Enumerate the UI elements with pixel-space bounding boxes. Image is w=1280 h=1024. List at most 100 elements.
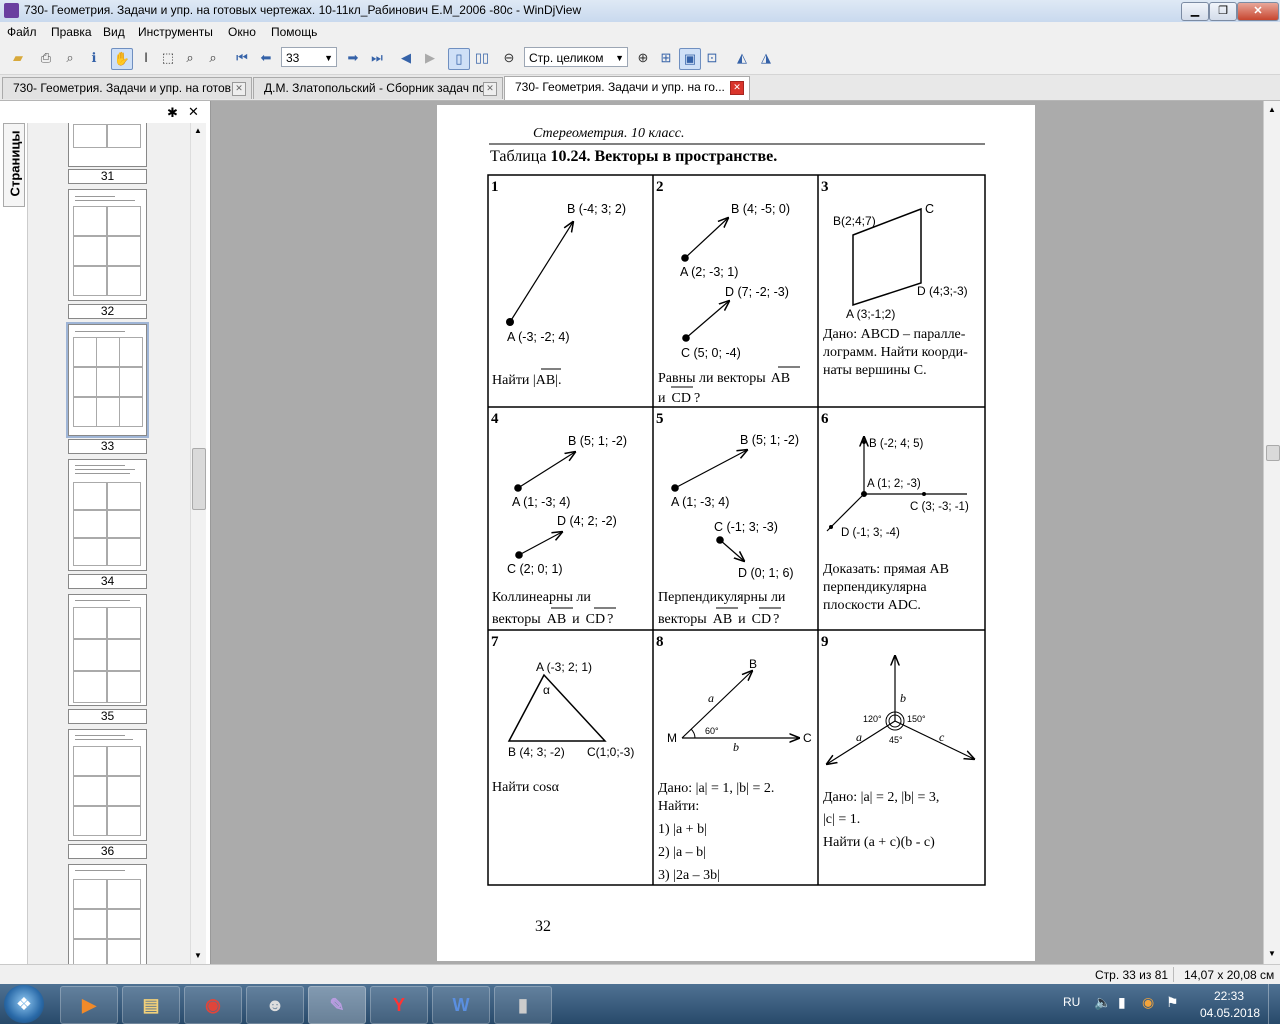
sidebar-close-icon[interactable]: ✕ [188, 104, 199, 120]
pages-tab-label: Страницы [7, 130, 23, 197]
menu-file[interactable]: Файл [7, 25, 37, 39]
actual-size-icon[interactable]: ⊡ [702, 48, 722, 68]
windjview-icon[interactable]: ✎ [308, 986, 366, 1024]
close-button[interactable]: ✕ [1237, 2, 1279, 21]
rect-select-icon[interactable]: ⬚ [158, 48, 178, 68]
tab-document-2[interactable]: Д.М. Златопольский - Сборник задач по...… [253, 77, 503, 99]
pages-sidebar-tab[interactable]: Страницы [3, 123, 25, 207]
page-number-field[interactable]: 33 ▼ [281, 47, 337, 67]
chrome-icon[interactable]: ◉ [184, 986, 242, 1024]
fit-width-icon[interactable]: ⊞ [656, 48, 676, 68]
tab-document-3[interactable]: 730- Геометрия. Задачи и упр. на го... ✕ [504, 76, 750, 100]
close-tab-icon[interactable]: ✕ [730, 81, 744, 95]
menu-tools[interactable]: Инструменты [138, 25, 213, 39]
page-number-label[interactable]: 35 [68, 709, 147, 724]
point-c-label: C (5; 0; -4) [681, 346, 741, 360]
media-player-icon[interactable]: ▶ [60, 986, 118, 1024]
cell-number: 6 [821, 411, 829, 427]
sidebar-scrollbar[interactable]: ▲ ▼ [190, 123, 206, 964]
start-button[interactable]: ❖ [4, 985, 44, 1023]
rotate-left-icon[interactable]: ◭ [732, 48, 752, 68]
page-thumbnail-selected[interactable] [66, 322, 149, 438]
point-d-label: D (7; -2; -3) [725, 285, 789, 299]
hand-tool-icon[interactable]: ✋ [111, 48, 133, 70]
point-c-label: C (2; 0; 1) [507, 562, 563, 576]
menu-window[interactable]: Окно [228, 25, 256, 39]
cell-number: 9 [821, 634, 829, 650]
point-b-label: B [749, 657, 757, 671]
single-page-icon[interactable]: ▯ [448, 48, 470, 70]
scroll-up-icon[interactable]: ▲ [1268, 105, 1276, 114]
last-page-icon[interactable]: ⏭ [367, 48, 387, 68]
file-explorer-icon[interactable]: ▤ [122, 986, 180, 1024]
first-page-icon[interactable]: ⏮ [232, 48, 252, 68]
page-number-label[interactable]: 34 [68, 574, 147, 589]
magnifier-icon[interactable]: ⌕ [203, 48, 223, 68]
two-pages-icon[interactable]: ▯▯ [472, 48, 492, 68]
scroll-thumb[interactable] [192, 448, 206, 510]
close-tab-icon[interactable]: ✕ [232, 82, 246, 96]
forward-icon[interactable]: ▶ [420, 48, 440, 68]
point-b-label: B(2;4;7) [833, 214, 876, 228]
page-number-label[interactable]: 36 [68, 844, 147, 859]
zoom-in-icon[interactable]: ⊕ [633, 48, 653, 68]
page-thumbnail[interactable] [68, 123, 147, 167]
scroll-down-icon[interactable]: ▼ [194, 951, 202, 960]
page-thumbnail[interactable] [68, 864, 147, 964]
tab-document-1[interactable]: 730- Геометрия. Задачи и упр. на готов..… [2, 77, 252, 99]
clock-time[interactable]: 22:33 [1214, 989, 1244, 1003]
rotate-right-icon[interactable]: ◮ [756, 48, 776, 68]
menu-view[interactable]: Вид [103, 25, 125, 39]
print-icon[interactable]: ⎙ [36, 48, 56, 68]
page-thumbnail[interactable] [68, 189, 147, 301]
scroll-thumb[interactable] [1266, 445, 1280, 461]
word-icon[interactable]: W [432, 986, 490, 1024]
fit-page-icon[interactable]: ▣ [679, 48, 701, 70]
close-tab-icon[interactable]: ✕ [483, 82, 497, 96]
sidebar-settings-icon[interactable]: ✱ [167, 105, 178, 121]
zoom-value: Стр. целиком [529, 51, 604, 65]
open-folder-icon[interactable]: ▰ [8, 48, 28, 68]
page-number-label[interactable]: 32 [68, 304, 147, 319]
back-icon[interactable]: ◀ [396, 48, 416, 68]
vector-a-label: a [856, 730, 862, 744]
alien-app-icon[interactable]: ☻ [246, 986, 304, 1024]
point-a-label: A (1; -3; 4) [671, 495, 729, 509]
page-thumbnail[interactable] [68, 594, 147, 706]
info-icon[interactable]: ℹ [84, 48, 104, 68]
find-icon[interactable]: ⌕ [60, 48, 80, 68]
page-number-label[interactable]: 33 [68, 439, 147, 454]
document-scrollbar[interactable]: ▲ ▼ [1263, 101, 1280, 964]
volume-icon[interactable]: 🔈 [1094, 994, 1111, 1011]
phone-app-icon[interactable]: ▮ [494, 986, 552, 1024]
scroll-up-icon[interactable]: ▲ [194, 126, 202, 135]
minimize-button[interactable]: ▁ [1181, 2, 1209, 21]
problem-cell-7: 7 A (-3; 2; 1) α B (4; 3; -2) C(1;0;-3) … [491, 634, 634, 795]
next-page-icon[interactable]: ➡ [343, 48, 363, 68]
prev-page-icon[interactable]: ⬅ [256, 48, 276, 68]
network-icon[interactable]: ▮ [1118, 994, 1126, 1011]
cell-text-line: Дано: |a| = 2, |b| = 3, [823, 790, 939, 805]
page-thumbnail[interactable] [68, 459, 147, 571]
language-indicator[interactable]: RU [1063, 995, 1080, 1009]
zoom-out-icon[interactable]: ⊖ [499, 48, 519, 68]
scroll-down-icon[interactable]: ▼ [1268, 949, 1276, 958]
menu-bar: Файл Правка Вид Инструменты Окно Помощь [0, 22, 1280, 42]
zoom-rect-icon[interactable]: ⌕ [180, 48, 200, 68]
status-page-info: Стр. 33 из 81 [1095, 968, 1169, 982]
point-d-label: D (4; 2; -2) [557, 514, 617, 528]
text-select-icon[interactable]: Ⅰ [136, 48, 156, 68]
zoom-select[interactable]: Стр. целиком ▼ [524, 47, 628, 67]
page-number-value: 33 [286, 51, 300, 65]
clock-date[interactable]: 04.05.2018 [1200, 1006, 1260, 1020]
tray-app-icon[interactable]: ◉ [1142, 994, 1154, 1011]
menu-edit[interactable]: Правка [51, 25, 92, 39]
maximize-button[interactable]: ❐ [1209, 2, 1237, 21]
tray-flag-icon[interactable]: ⚑ [1166, 994, 1179, 1011]
page-thumbnail[interactable] [68, 729, 147, 841]
page-number-label[interactable]: 31 [68, 169, 147, 184]
yandex-browser-icon[interactable]: Y [370, 986, 428, 1024]
menu-help[interactable]: Помощь [271, 25, 317, 39]
show-desktop-button[interactable] [1268, 984, 1280, 1024]
document-view[interactable]: Стереометрия. 10 класс. Таблица 10.24. В… [211, 101, 1263, 964]
